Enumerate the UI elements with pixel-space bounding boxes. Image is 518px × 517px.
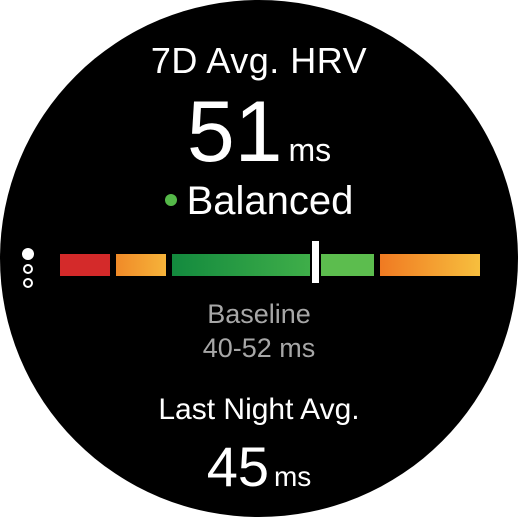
gauge-segment-low — [60, 254, 110, 276]
gauge-segment-unbalanced-low — [116, 254, 166, 276]
watch-face: 7D Avg. HRV 51 ms Balanced Baseline 40-52… — [0, 0, 518, 517]
page-dot — [23, 278, 33, 288]
hrv-status: Balanced — [0, 176, 518, 226]
gauge-segment-balanced — [172, 254, 310, 276]
gauge-segment-balanced-high — [319, 254, 374, 276]
last-night-value: 45 — [206, 435, 269, 498]
gauge-segment-unbalanced-high — [380, 254, 480, 276]
hrv-unit: ms — [288, 132, 332, 168]
hrv-value: 51 — [186, 84, 283, 180]
hrv-status-label: Balanced — [186, 179, 354, 223]
status-dot-icon — [164, 194, 177, 207]
last-night-title: Last Night Avg. — [158, 393, 360, 426]
last-night-unit: ms — [273, 461, 312, 492]
page-indicator[interactable] — [22, 248, 37, 292]
page-dot-active — [22, 248, 34, 260]
hrv-value-row: 51 ms — [0, 82, 518, 182]
baseline-label: Baseline — [207, 299, 311, 329]
page-dot — [23, 264, 33, 274]
hrv-title: 7D Avg. HRV — [150, 40, 368, 81]
last-night-value-row: 45 ms — [0, 432, 518, 502]
baseline-range: 40-52 ms — [202, 333, 316, 363]
gauge-marker — [310, 241, 321, 283]
